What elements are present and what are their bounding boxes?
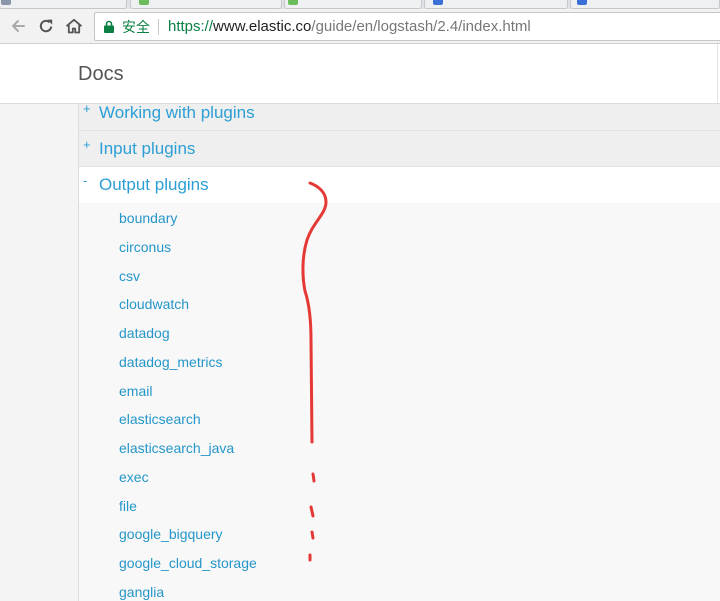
reload-icon [39, 19, 53, 33]
tab-favicon-icon [139, 0, 149, 5]
nav-item-datadog-metrics[interactable]: datadog_metrics [79, 348, 720, 377]
tab-favicon-icon [577, 0, 587, 5]
url-scheme: https:// [168, 18, 214, 35]
nav-item-elasticsearch-java[interactable]: elasticsearch_java [79, 434, 720, 463]
nav-section-label[interactable]: Input plugins [99, 139, 195, 159]
output-plugins-list: boundary circonus csv cloudwatch datadog… [79, 203, 720, 601]
address-separator [158, 18, 159, 35]
collapse-toggle[interactable]: - [83, 173, 87, 188]
tab-favicon-icon [433, 0, 443, 5]
reload-button[interactable] [35, 15, 57, 37]
nav-item-circonus[interactable]: circonus [79, 233, 720, 262]
header-divider [717, 44, 718, 103]
nav-item-google-cloud-storage[interactable]: google_cloud_storage [79, 549, 720, 578]
browser-tab[interactable] [570, 0, 720, 9]
nav-section-label[interactable]: Output plugins [99, 175, 209, 195]
page-title[interactable]: Docs [78, 63, 124, 86]
back-button[interactable] [7, 15, 29, 37]
nav-section-input-plugins[interactable]: + Input plugins [79, 131, 720, 167]
nav-item-exec[interactable]: exec [79, 463, 720, 492]
home-icon [65, 18, 83, 34]
nav-item-google-bigquery[interactable]: google_bigquery [79, 520, 720, 549]
nav-item-boundary[interactable]: boundary [79, 204, 720, 233]
browser-tab[interactable] [130, 0, 282, 9]
nav-item-email[interactable]: email [79, 377, 720, 406]
browser-tab[interactable] [424, 0, 568, 9]
browser-tab[interactable] [0, 0, 127, 9]
left-gutter [0, 104, 78, 601]
nav-item-cloudwatch[interactable]: cloudwatch [79, 290, 720, 319]
secure-label[interactable]: 安全 [122, 17, 150, 37]
url-host: www.elastic.co [213, 18, 312, 35]
browser-tab-strip [0, 0, 720, 9]
lock-icon[interactable] [104, 20, 114, 34]
nav-section-output-plugins[interactable]: - Output plugins [79, 167, 720, 203]
tab-favicon-icon [1, 0, 11, 5]
nav-section-label[interactable]: Working with plugins [99, 103, 255, 123]
nav-item-ganglia[interactable]: ganglia [79, 578, 720, 601]
tab-favicon-icon [288, 0, 298, 5]
nav-item-elasticsearch[interactable]: elasticsearch [79, 405, 720, 434]
home-button[interactable] [63, 15, 85, 37]
nav-item-file[interactable]: file [79, 492, 720, 521]
nav-item-datadog[interactable]: datadog [79, 319, 720, 348]
back-arrow-icon [12, 20, 25, 32]
browser-tab[interactable] [284, 0, 422, 9]
browser-toolbar: 安全 https://www.elastic.co/guide/en/logst… [0, 9, 720, 44]
page-header: Docs [0, 44, 720, 104]
expand-toggle[interactable]: + [83, 137, 91, 152]
docs-nav-tree: + Working with plugins + Input plugins -… [78, 95, 720, 601]
url-path: /guide/en/logstash/2.4/index.html [311, 18, 531, 35]
nav-item-csv[interactable]: csv [79, 262, 720, 291]
address-bar[interactable]: 安全 https://www.elastic.co/guide/en/logst… [94, 12, 720, 41]
